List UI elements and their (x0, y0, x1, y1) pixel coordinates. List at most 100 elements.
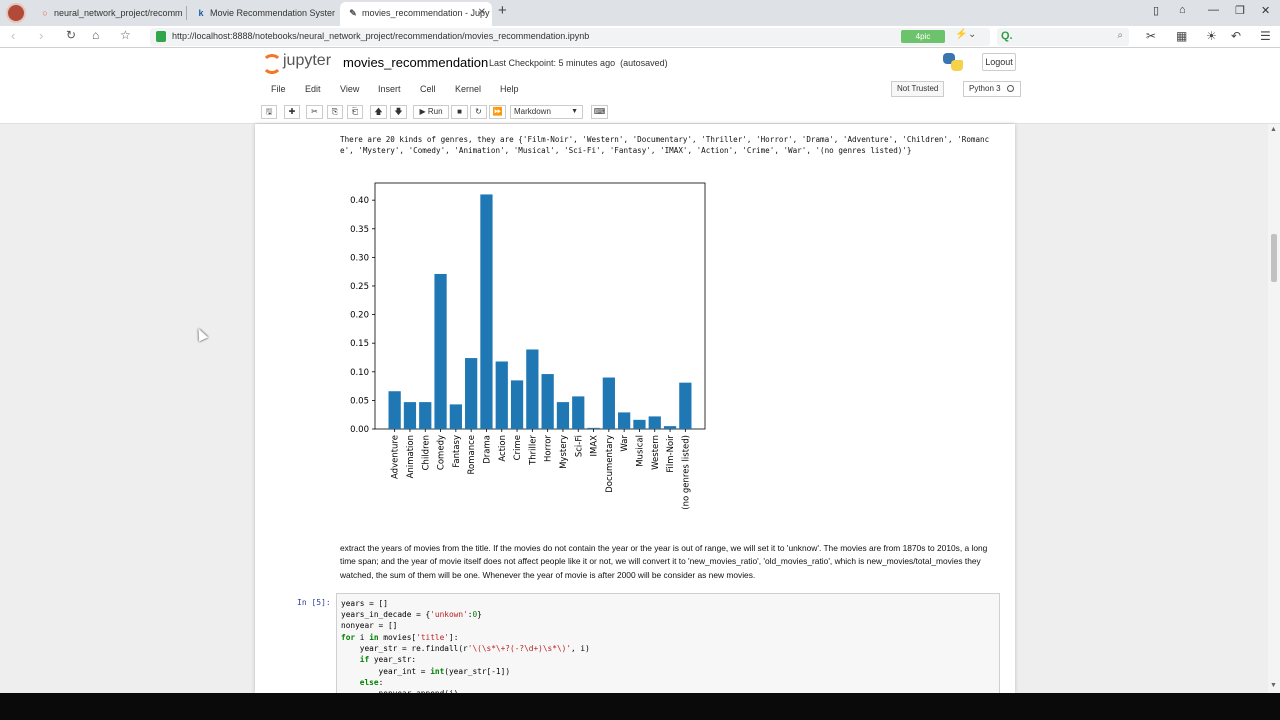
search-icon[interactable]: ⌕ (1117, 30, 1123, 41)
markdown-cell-text[interactable]: extract the years of movies from the tit… (340, 542, 996, 582)
chart-bar (663, 426, 677, 429)
x-tick-label: Sci-Fi (574, 435, 584, 457)
x-tick-label: (no genres listed) (681, 435, 691, 510)
chart-plot-frame (374, 182, 706, 430)
browser-tab-bar: ○ neural_network_project/recomm k Movie Re… (0, 0, 1280, 26)
x-tick-label: Animation (406, 435, 416, 478)
restart-kernel-button[interactable]: ↻ (470, 105, 487, 119)
scroll-thumb[interactable] (1271, 234, 1277, 282)
chart-bar (419, 402, 432, 429)
scroll-up-icon[interactable]: ▲ (1270, 126, 1277, 133)
undo-icon[interactable]: ↶ (1231, 29, 1241, 43)
apps-grid-icon[interactable]: ▦ (1176, 29, 1187, 43)
x-tick-label: Drama (482, 435, 492, 464)
search-input[interactable]: Q. ⌕ (997, 28, 1129, 46)
y-tick-label: 0.00 (350, 425, 369, 435)
restore-button[interactable]: ❐ (1235, 4, 1245, 17)
y-tick-label: 0.15 (350, 339, 369, 349)
code-cell-editor[interactable]: years = [] years_in_decade = {'unkown':0… (336, 593, 1000, 693)
menu-kernel[interactable]: Kernel (455, 84, 481, 94)
tab-neural-network-project[interactable]: ○ neural_network_project/recomm (32, 2, 182, 26)
code-line: nonyear = [] (341, 621, 398, 630)
menu-cell[interactable]: Cell (420, 84, 436, 94)
scroll-down-icon[interactable]: ▼ (1270, 682, 1277, 689)
menu-insert[interactable]: Insert (378, 84, 401, 94)
x-tick-label: IMAX (590, 435, 600, 457)
back-button[interactable]: ‹ (11, 28, 15, 43)
chevron-down-icon[interactable]: ⌄ (968, 29, 976, 40)
not-trusted-indicator[interactable]: Not Trusted (891, 81, 945, 97)
url-input[interactable]: http://localhost:8888/notebooks/neural_n… (150, 28, 990, 46)
chart-bar (587, 427, 600, 429)
chart-bar (434, 273, 447, 429)
interrupt-button[interactable]: ■ (451, 105, 468, 119)
kaggle-icon: k (198, 8, 204, 18)
input-prompt: In [5]: (297, 598, 331, 607)
menu-edit[interactable]: Edit (305, 84, 321, 94)
gift-icon[interactable]: ⌂ (1179, 4, 1186, 16)
copy-cell-button[interactable]: ⎘ (327, 105, 343, 119)
run-button[interactable]: ▶ Run (413, 105, 449, 119)
restart-run-all-button[interactable]: ⏩ (489, 105, 506, 119)
lightning-icon[interactable]: ⚡ (955, 29, 967, 40)
logout-button[interactable]: Logout (982, 53, 1016, 71)
notebook-title[interactable]: movies_recommendation (343, 55, 488, 70)
notebook-page: There are 20 kinds of genres, they are {… (255, 124, 1015, 693)
code-line: else: (359, 678, 384, 687)
tab-movies-recommendation-jupyter[interactable]: ✎ movies_recommendation - Jupy ✕ (340, 2, 492, 26)
x-tick-label: Crime (513, 435, 523, 460)
reload-icon[interactable]: ↻ (66, 28, 76, 42)
home-icon[interactable]: ⌂ (92, 28, 99, 42)
x-tick-label: Film-Noir (666, 435, 676, 473)
x-tick-label: Horror (544, 435, 554, 462)
x-tick-label: Thriller (528, 435, 538, 466)
brightness-icon[interactable]: ☀ (1206, 29, 1217, 43)
cut-cell-button[interactable]: ✂ (306, 105, 323, 119)
page-scrollbar[interactable]: ▲ ▼ (1268, 124, 1280, 693)
chart-bar (602, 377, 615, 429)
jupyter-icon: ✎ (349, 8, 357, 18)
menu-file[interactable]: File (271, 84, 286, 94)
extension-badge[interactable]: 4pic (901, 30, 945, 43)
bookmark-star-icon[interactable]: ☆ (120, 28, 131, 42)
jupyter-brand[interactable]: jupyter (283, 52, 331, 70)
tab-movie-recommendation[interactable]: k Movie Recommendation Syster (188, 2, 336, 26)
scissors-icon[interactable]: ✂ (1146, 29, 1156, 43)
tab-list-icon[interactable]: ▯ (1153, 4, 1159, 17)
y-tick-label: 0.20 (350, 311, 369, 321)
menu-view[interactable]: View (340, 84, 359, 94)
cell-type-select[interactable]: Markdown ▼ (510, 105, 583, 119)
browser-profile-icon[interactable] (6, 3, 26, 23)
paste-cell-button[interactable]: ⎗ (347, 105, 363, 119)
x-tick-label: Comedy (437, 435, 447, 470)
x-tick-label: Action (498, 435, 508, 462)
run-icon: ▶ (419, 107, 426, 116)
tab-separator (186, 6, 187, 20)
chart-bar (526, 349, 539, 429)
close-tab-icon[interactable]: ✕ (478, 2, 486, 24)
x-tick-label: Mystery (559, 435, 569, 469)
code-line: year_int = int(year_str[-1]) (341, 667, 511, 676)
menu-icon[interactable]: ☰ (1260, 29, 1271, 43)
minimize-button[interactable]: — (1208, 4, 1219, 16)
search-engine-icon: Q. (1001, 30, 1013, 42)
menu-help[interactable]: Help (500, 84, 519, 94)
chevron-down-icon: ▼ (571, 108, 578, 115)
jupyter-logo-icon[interactable] (262, 54, 282, 74)
move-up-button[interactable]: 🡅 (370, 105, 387, 119)
chart-bar (388, 391, 401, 429)
forward-button[interactable]: › (39, 28, 43, 43)
y-tick-label: 0.35 (350, 225, 369, 235)
save-button[interactable]: 🖫 (261, 105, 277, 119)
move-down-button[interactable]: 🡇 (390, 105, 407, 119)
chart-bar (572, 396, 585, 429)
chart-bar (495, 361, 508, 429)
jupyter-header: jupyter movies_recommendation Last Check… (0, 48, 1280, 124)
close-window-button[interactable]: ✕ (1261, 4, 1270, 17)
genre-ratio-bar-chart: 0.00 0.05 0.10 0.15 0.20 0.25 0.30 0.35 0.40 Adve… (350, 182, 706, 510)
python-logo-icon (943, 53, 963, 71)
new-tab-button[interactable]: + (498, 2, 507, 19)
command-palette-button[interactable]: ⌨ (591, 105, 608, 119)
insert-cell-button[interactable]: ✚ (284, 105, 300, 119)
kernel-indicator[interactable]: Python 3 (963, 81, 1021, 97)
